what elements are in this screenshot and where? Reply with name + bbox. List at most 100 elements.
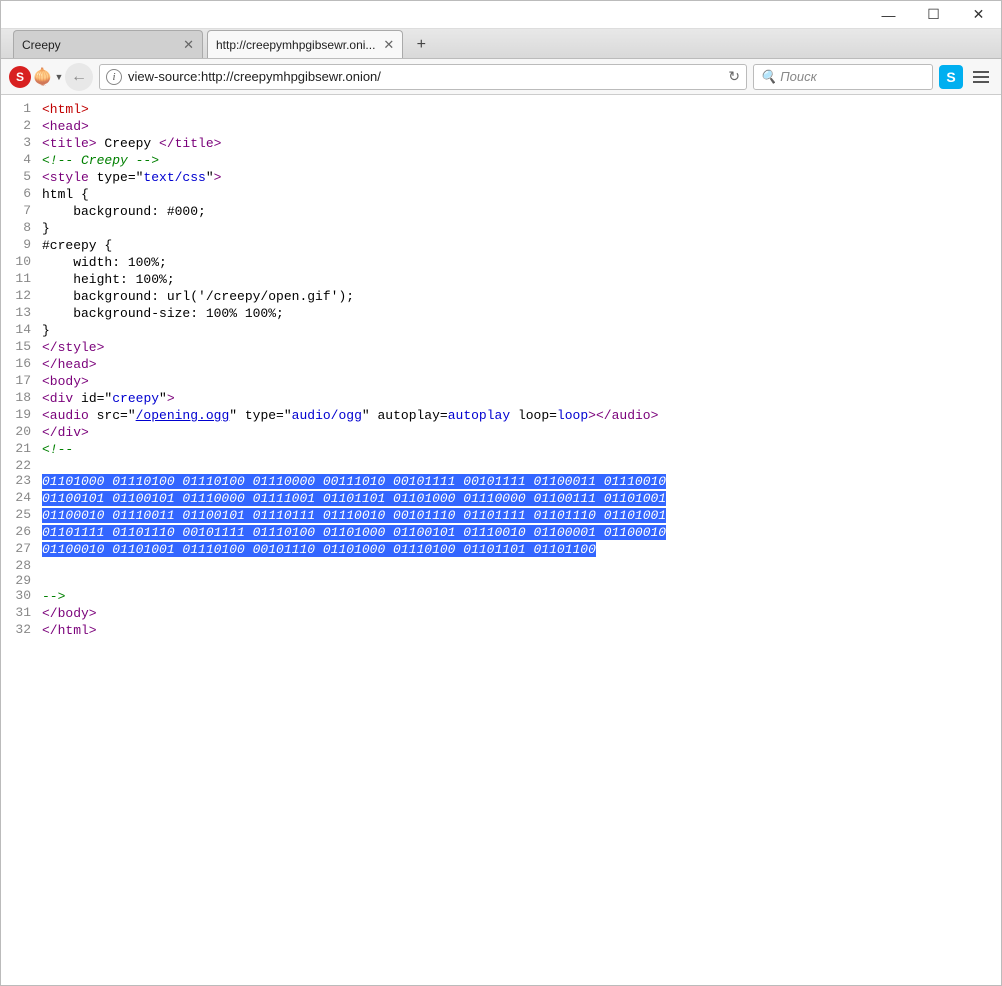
source-line: 2601101111 01101110 00101111 01110100 01…: [1, 524, 667, 541]
line-number: 10: [1, 254, 41, 271]
line-content[interactable]: <!--: [41, 441, 667, 458]
line-number: 8: [1, 220, 41, 237]
source-line: 12 background: url('/creepy/open.gif');: [1, 288, 667, 305]
line-number: 15: [1, 339, 41, 356]
source-line: 2401100101 01100101 01110000 01111001 01…: [1, 490, 667, 507]
line-number: 5: [1, 169, 41, 186]
search-box[interactable]: 🔍 Поиск: [753, 64, 933, 90]
line-number: 17: [1, 373, 41, 390]
url-text: view-source:http://creepymhpgibsewr.onio…: [128, 69, 722, 84]
line-content[interactable]: html {: [41, 186, 667, 203]
chevron-down-icon: ▼: [53, 72, 64, 82]
line-content[interactable]: <style type="text/css">: [41, 169, 667, 186]
line-number: 19: [1, 407, 41, 424]
line-content[interactable]: 01100101 01100101 01110000 01111001 0110…: [41, 490, 667, 507]
line-content[interactable]: #creepy {: [41, 237, 667, 254]
source-line: 10 width: 100%;: [1, 254, 667, 271]
noscript-icon[interactable]: S: [9, 66, 31, 88]
source-line: 11 height: 100%;: [1, 271, 667, 288]
maximize-button[interactable]: ☐: [911, 1, 956, 29]
address-bar[interactable]: i view-source:http://creepymhpgibsewr.on…: [99, 64, 747, 90]
onion-glyph: 🧅: [33, 67, 53, 87]
line-content[interactable]: 01101111 01101110 00101111 01110100 0110…: [41, 524, 667, 541]
tab-label: Creepy: [22, 38, 61, 52]
line-content[interactable]: <!-- Creepy -->: [41, 152, 667, 169]
line-content[interactable]: [41, 558, 667, 573]
line-content[interactable]: <div id="creepy">: [41, 390, 667, 407]
line-content[interactable]: [41, 573, 667, 588]
source-line: 15</style>: [1, 339, 667, 356]
line-number: 21: [1, 441, 41, 458]
line-number: 26: [1, 524, 41, 541]
line-number: 4: [1, 152, 41, 169]
view-source-content[interactable]: 1<html>2<head>3<title> Creepy </title>4<…: [1, 95, 1001, 985]
line-content[interactable]: <title> Creepy </title>: [41, 135, 667, 152]
tab-strip: Creepy ✕ http://creepymhpgibsewr.oni... …: [1, 29, 1001, 59]
line-number: 9: [1, 237, 41, 254]
line-number: 24: [1, 490, 41, 507]
reload-icon[interactable]: ↻: [728, 68, 740, 85]
line-content[interactable]: background: #000;: [41, 203, 667, 220]
line-content[interactable]: <html>: [41, 101, 667, 118]
minimize-button[interactable]: —: [866, 1, 911, 29]
line-content[interactable]: }: [41, 220, 667, 237]
line-number: 32: [1, 622, 41, 639]
tab-creepy[interactable]: Creepy ✕: [13, 30, 203, 58]
source-line: 9#creepy {: [1, 237, 667, 254]
source-line: 32</html>: [1, 622, 667, 639]
line-number: 12: [1, 288, 41, 305]
search-placeholder: Поиск: [780, 69, 817, 84]
source-line: 2301101000 01110100 01110100 01110000 00…: [1, 473, 667, 490]
line-number: 23: [1, 473, 41, 490]
line-number: 18: [1, 390, 41, 407]
line-content[interactable]: height: 100%;: [41, 271, 667, 288]
line-content[interactable]: background-size: 100% 100%;: [41, 305, 667, 322]
tab-viewsource[interactable]: http://creepymhpgibsewr.oni... ✕: [207, 30, 403, 58]
close-window-button[interactable]: ✕: [956, 1, 1001, 29]
source-line: 4<!-- Creepy -->: [1, 152, 667, 169]
source-line: 8}: [1, 220, 667, 237]
line-content[interactable]: <body>: [41, 373, 667, 390]
line-content[interactable]: background: url('/creepy/open.gif');: [41, 288, 667, 305]
source-line: 16</head>: [1, 356, 667, 373]
line-content[interactable]: 01101000 01110100 01110100 01110000 0011…: [41, 473, 667, 490]
line-content[interactable]: 01100010 01110011 01100101 01110111 0111…: [41, 507, 667, 524]
line-content[interactable]: [41, 458, 667, 473]
line-content[interactable]: </div>: [41, 424, 667, 441]
source-code-table: 1<html>2<head>3<title> Creepy </title>4<…: [1, 101, 667, 639]
skype-icon[interactable]: S: [939, 65, 963, 89]
line-content[interactable]: -->: [41, 588, 667, 605]
line-content[interactable]: <head>: [41, 118, 667, 135]
line-content[interactable]: </html>: [41, 622, 667, 639]
line-content[interactable]: width: 100%;: [41, 254, 667, 271]
line-number: 28: [1, 558, 41, 573]
back-button[interactable]: ←: [65, 63, 93, 91]
source-line: 6html {: [1, 186, 667, 203]
browser-toolbar: S 🧅 ▼ ← i view-source:http://creepymhpgi…: [1, 59, 1001, 95]
source-line: 2<head>: [1, 118, 667, 135]
source-line: 29: [1, 573, 667, 588]
close-tab-icon[interactable]: ✕: [375, 37, 394, 53]
line-number: 6: [1, 186, 41, 203]
source-line: 30-->: [1, 588, 667, 605]
hamburger-menu-icon[interactable]: [969, 71, 993, 83]
onion-icon[interactable]: 🧅 ▼: [37, 66, 59, 88]
line-number: 1: [1, 101, 41, 118]
window-titlebar: — ☐ ✕: [1, 1, 1001, 29]
line-number: 11: [1, 271, 41, 288]
line-content[interactable]: <audio src="/opening.ogg" type="audio/og…: [41, 407, 667, 424]
source-line: 2701100010 01101001 01110100 00101110 01…: [1, 541, 667, 558]
line-number: 25: [1, 507, 41, 524]
line-number: 20: [1, 424, 41, 441]
line-content[interactable]: </body>: [41, 605, 667, 622]
source-line: 17<body>: [1, 373, 667, 390]
line-content[interactable]: </style>: [41, 339, 667, 356]
source-line: 18<div id="creepy">: [1, 390, 667, 407]
close-tab-icon[interactable]: ✕: [175, 37, 194, 53]
line-content[interactable]: </head>: [41, 356, 667, 373]
source-line: 20</div>: [1, 424, 667, 441]
new-tab-button[interactable]: +: [407, 32, 435, 58]
line-content[interactable]: }: [41, 322, 667, 339]
line-content[interactable]: 01100010 01101001 01110100 00101110 0110…: [41, 541, 667, 558]
site-info-icon[interactable]: i: [106, 69, 122, 85]
